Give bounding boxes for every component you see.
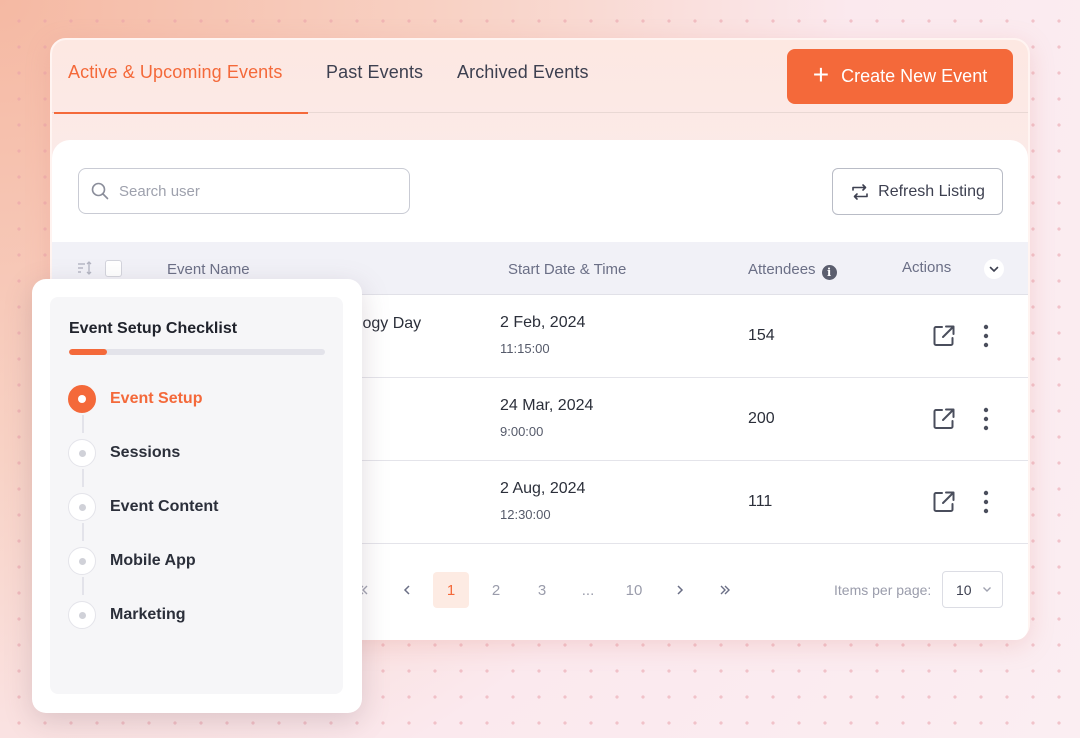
step-connector (82, 577, 84, 595)
search-input[interactable]: Search user (78, 168, 410, 214)
step-event-content[interactable]: Event Content (68, 493, 328, 523)
start-date-cell: 2 Feb, 2024 (500, 314, 586, 331)
page-button-2[interactable]: 2 (478, 572, 514, 608)
step-event-setup[interactable]: Event Setup (68, 385, 328, 415)
step-mobile-app[interactable]: Mobile App (68, 547, 328, 577)
start-time-cell: 9:00:00 (500, 424, 544, 439)
step-connector (82, 469, 84, 487)
attendees-cell: 200 (748, 410, 775, 427)
open-external-icon[interactable] (932, 407, 956, 431)
step-connector (82, 523, 84, 541)
checklist-progress-bar (69, 349, 325, 355)
chevron-down-icon[interactable] (984, 259, 1004, 279)
tab-active-upcoming[interactable]: Active & Upcoming Events (68, 62, 283, 83)
more-options-icon[interactable] (982, 324, 990, 348)
event-setup-checklist: Event Setup Checklist Event Setup Sessio… (32, 279, 362, 713)
step-label: Event Setup (110, 390, 203, 407)
step-indicator-icon (68, 385, 96, 413)
column-attendees[interactable]: Attendees i (748, 261, 837, 280)
start-time-cell: 11:15:00 (500, 341, 550, 356)
step-label: Sessions (110, 444, 181, 461)
create-new-event-button[interactable]: + Create New Event (787, 49, 1013, 104)
step-indicator-icon (68, 547, 96, 575)
step-indicator-icon (68, 493, 96, 521)
search-icon (91, 182, 109, 200)
last-page-icon[interactable] (708, 572, 744, 608)
step-sessions[interactable]: Sessions (68, 439, 328, 469)
chevron-down-icon (982, 587, 991, 592)
info-icon[interactable]: i (821, 265, 837, 280)
next-page-icon[interactable] (662, 572, 698, 608)
items-per-page-label: Items per page: (834, 582, 932, 598)
step-marketing[interactable]: Marketing (68, 601, 328, 631)
step-connector (82, 415, 84, 433)
checklist-body: Event Setup Checklist Event Setup Sessio… (50, 297, 343, 694)
tab-past-events[interactable]: Past Events (326, 62, 423, 83)
column-actions: Actions (902, 259, 952, 276)
page-button-3[interactable]: 3 (524, 572, 560, 608)
create-new-event-label: Create New Event (841, 66, 988, 86)
more-options-icon[interactable] (982, 490, 990, 514)
items-per-page-select[interactable]: 10 (942, 571, 1003, 608)
active-tab-indicator (54, 112, 308, 114)
open-external-icon[interactable] (932, 490, 956, 514)
refresh-listing-button[interactable]: Refresh Listing (832, 168, 1003, 215)
search-placeholder: Search user (119, 182, 200, 200)
column-event-name[interactable]: Event Name (167, 261, 250, 278)
step-label: Mobile App (110, 552, 196, 569)
open-external-icon[interactable] (932, 324, 956, 348)
step-indicator-icon (68, 601, 96, 629)
select-all-checkbox[interactable] (105, 260, 122, 277)
checklist-progress-fill (69, 349, 108, 355)
column-start-date-time[interactable]: Start Date & Time (508, 261, 626, 278)
step-label: Marketing (110, 606, 186, 623)
step-indicator-icon (68, 439, 96, 467)
items-per-page-value: 10 (956, 581, 972, 598)
page-button-1[interactable]: 1 (433, 572, 469, 608)
start-date-cell: 2 Aug, 2024 (500, 480, 586, 497)
attendees-cell: 154 (748, 327, 775, 344)
attendees-cell: 111 (748, 493, 773, 510)
prev-page-icon[interactable] (389, 572, 425, 608)
event-tabs: Active & Upcoming Events Past Events Arc… (52, 40, 1028, 114)
plus-icon: + (812, 59, 830, 90)
column-attendees-label: Attendees (748, 261, 816, 278)
start-time-cell: 12:30:00 (500, 507, 551, 522)
checklist-title: Event Setup Checklist (69, 320, 238, 337)
page-ellipsis: ... (581, 581, 595, 599)
tab-archived-events[interactable]: Archived Events (457, 62, 589, 83)
more-options-icon[interactable] (982, 407, 990, 431)
sort-icon[interactable] (77, 261, 93, 275)
page-button-10[interactable]: 10 (616, 572, 652, 608)
refresh-listing-label: Refresh Listing (878, 182, 985, 200)
step-label: Event Content (110, 498, 219, 515)
start-date-cell: 24 Mar, 2024 (500, 397, 594, 414)
refresh-icon (852, 183, 868, 200)
